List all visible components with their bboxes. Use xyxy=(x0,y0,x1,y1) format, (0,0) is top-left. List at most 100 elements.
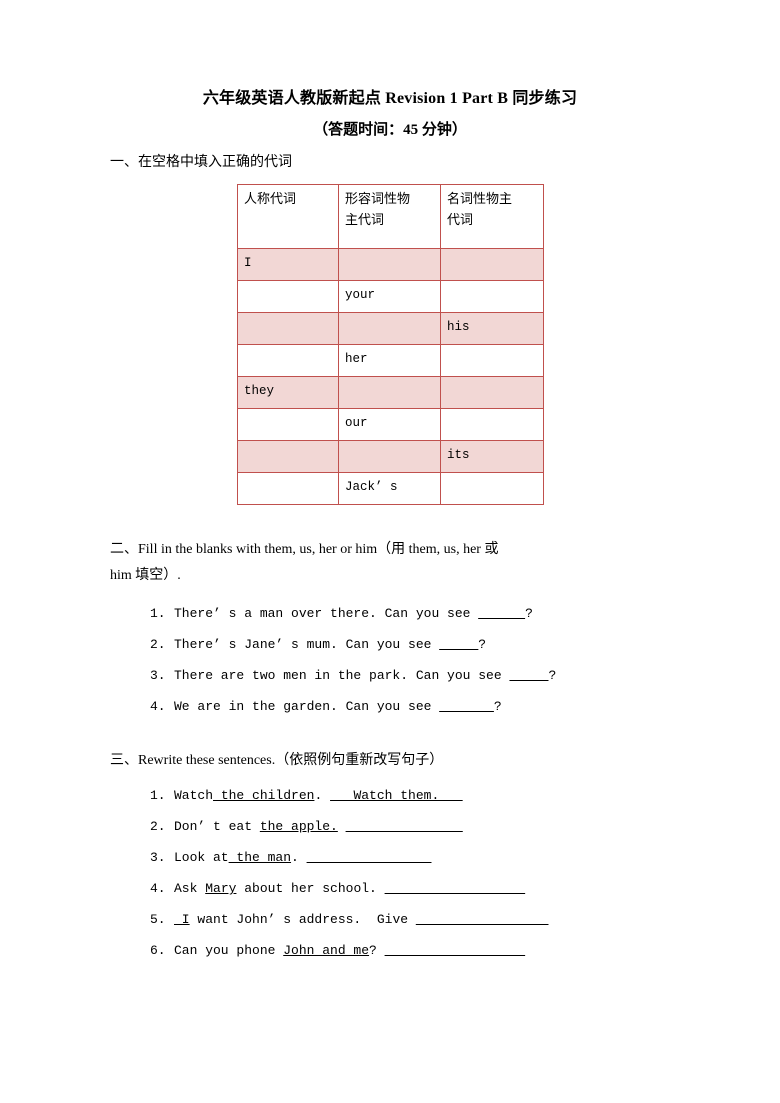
answer-blank[interactable]: __________________ xyxy=(385,943,525,958)
item-text: There’ s a man over there. Can you see xyxy=(174,606,479,621)
table-cell[interactable]: its xyxy=(440,440,544,473)
item-number: 4. xyxy=(150,881,166,896)
section-three-heading: 三、Rewrite these sentences.（依照例句重新改写句子） xyxy=(110,753,444,768)
table-header-cell-1: 形容词性物 主代词 xyxy=(338,184,441,249)
table-cell[interactable] xyxy=(338,376,441,409)
section-one-heading: 一、在空格中填入正确的代词 xyxy=(110,155,292,170)
item-text-tail: want John’ s address. Give xyxy=(189,912,416,927)
item-text-tail: ? xyxy=(548,668,557,683)
list-item: 4. We are in the garden. Can you see ____… xyxy=(150,691,670,722)
item-number: 3. xyxy=(150,850,166,865)
underlined-phrase: the apple. xyxy=(259,819,338,834)
table-row: your xyxy=(237,280,544,313)
pronoun-table-body: I your his her they our its Jack’ s xyxy=(237,248,544,505)
table-cell[interactable] xyxy=(338,312,441,345)
table-cell[interactable] xyxy=(440,248,544,281)
list-item: 2. Don’ t eat the apple. _______________ xyxy=(150,811,670,842)
table-row: her xyxy=(237,344,544,377)
item-text: There’ s Jane’ s mum. Can you see xyxy=(174,637,440,652)
item-number: 3. xyxy=(150,668,166,683)
item-number: 4. xyxy=(150,699,166,714)
page-subtitle: （答题时间：45 分钟） xyxy=(313,122,467,138)
table-row: its xyxy=(237,440,544,473)
list-item: 1. There’ s a man over there. Can you see… xyxy=(150,598,670,629)
table-cell[interactable] xyxy=(338,248,441,281)
worksheet-page: 六年级英语人教版新起点 Revision 1 Part B 同步练习 （答题时间… xyxy=(0,0,780,1103)
header-line-1: 人称代词 xyxy=(244,192,297,207)
answer-blank[interactable]: _______________ xyxy=(346,819,463,834)
table-row: our xyxy=(237,408,544,441)
section-two-question-list: 1. There’ s a man over there. Can you see… xyxy=(150,598,670,722)
list-item: 1. Watch the children. Watch them. xyxy=(150,780,670,811)
table-row: they xyxy=(237,376,544,409)
table-cell[interactable] xyxy=(440,376,544,409)
table-header-row: 人称代词 形容词性物 主代词 名词性物主 代词 xyxy=(237,184,544,249)
item-text: Look at xyxy=(174,850,229,865)
item-number: 2. xyxy=(150,637,166,652)
answer-blank[interactable]: _________________ xyxy=(416,912,549,927)
header-line-1: 名词性物主 xyxy=(447,192,513,207)
table-cell[interactable]: her xyxy=(338,344,441,377)
section-three-question-list: 1. Watch the children. Watch them. 2. Don’… xyxy=(150,780,670,966)
list-item: 3. Look at the man. ________________ xyxy=(150,842,670,873)
item-text: Ask xyxy=(174,881,206,896)
answer-blank[interactable]: _______ xyxy=(439,699,494,714)
item-text: Watch xyxy=(174,788,214,803)
table-row: his xyxy=(237,312,544,345)
answer-blank[interactable]: Watch them. xyxy=(330,788,463,803)
table-cell[interactable] xyxy=(237,344,339,377)
item-text-tail: ? xyxy=(493,699,502,714)
table-cell[interactable] xyxy=(237,312,339,345)
table-cell[interactable]: our xyxy=(338,408,441,441)
table-row: I xyxy=(237,248,544,281)
pronoun-table-head: 人称代词 形容词性物 主代词 名词性物主 代词 xyxy=(237,184,544,249)
table-cell[interactable] xyxy=(338,440,441,473)
table-cell[interactable] xyxy=(237,440,339,473)
page-title: 六年级英语人教版新起点 Revision 1 Part B 同步练习 xyxy=(202,90,578,107)
section-two-heading: 二、Fill in the blanks with them, us, her … xyxy=(110,537,675,589)
table-cell[interactable] xyxy=(237,280,339,313)
underlined-phrase: the children xyxy=(213,788,315,803)
table-cell[interactable] xyxy=(440,280,544,313)
table-cell[interactable]: Jack’ s xyxy=(338,472,441,505)
table-cell[interactable]: your xyxy=(338,280,441,313)
answer-blank[interactable]: __________________ xyxy=(385,881,525,896)
header-line-1: 形容词性物 xyxy=(345,192,411,207)
item-text: Can you phone xyxy=(174,943,284,958)
list-item: 3. There are two men in the park. Can you… xyxy=(150,660,670,691)
underlined-phrase: I xyxy=(174,912,190,927)
item-text-tail: ? xyxy=(369,943,385,958)
table-cell[interactable] xyxy=(440,408,544,441)
answer-blank[interactable]: _____ xyxy=(439,637,478,652)
item-text-tail: ? xyxy=(478,637,487,652)
table-cell[interactable] xyxy=(440,344,544,377)
item-text-tail: ? xyxy=(525,606,533,621)
list-item: 2. There’ s Jane’ s mum. Can you see ____… xyxy=(150,629,670,660)
table-row: Jack’ s xyxy=(237,472,544,505)
table-cell[interactable] xyxy=(440,472,544,505)
table-header-cell-0: 人称代词 xyxy=(237,184,339,249)
table-header-cell-2: 名词性物主 代词 xyxy=(440,184,544,249)
table-cell[interactable]: his xyxy=(440,312,544,345)
answer-blank[interactable]: ______ xyxy=(478,606,525,621)
section-two-heading-line-2: him 填空）. xyxy=(110,568,181,583)
item-text-tail: about her school. xyxy=(236,881,385,896)
answer-blank[interactable]: _____ xyxy=(509,668,548,683)
underlined-phrase: Mary xyxy=(205,881,237,896)
item-text: Don’ t eat xyxy=(174,819,260,834)
underlined-phrase: John and me xyxy=(283,943,370,958)
item-number: 5. xyxy=(150,912,166,927)
header-line-2: 主代词 xyxy=(345,213,385,228)
pronoun-table: 人称代词 形容词性物 主代词 名词性物主 代词 I your his her t… xyxy=(237,184,544,505)
table-cell[interactable] xyxy=(237,408,339,441)
answer-blank[interactable]: ________________ xyxy=(307,850,432,865)
section-two-heading-line-1: 二、Fill in the blanks with them, us, her … xyxy=(110,542,499,557)
table-cell[interactable]: they xyxy=(237,376,339,409)
table-cell[interactable] xyxy=(237,472,339,505)
item-text: There are two men in the park. Can you s… xyxy=(174,668,510,683)
item-text-tail: . xyxy=(314,788,331,803)
item-text-tail: . xyxy=(291,850,307,865)
item-number: 2. xyxy=(150,819,166,834)
item-text: We are in the garden. Can you see xyxy=(174,699,440,714)
table-cell[interactable]: I xyxy=(237,248,339,281)
